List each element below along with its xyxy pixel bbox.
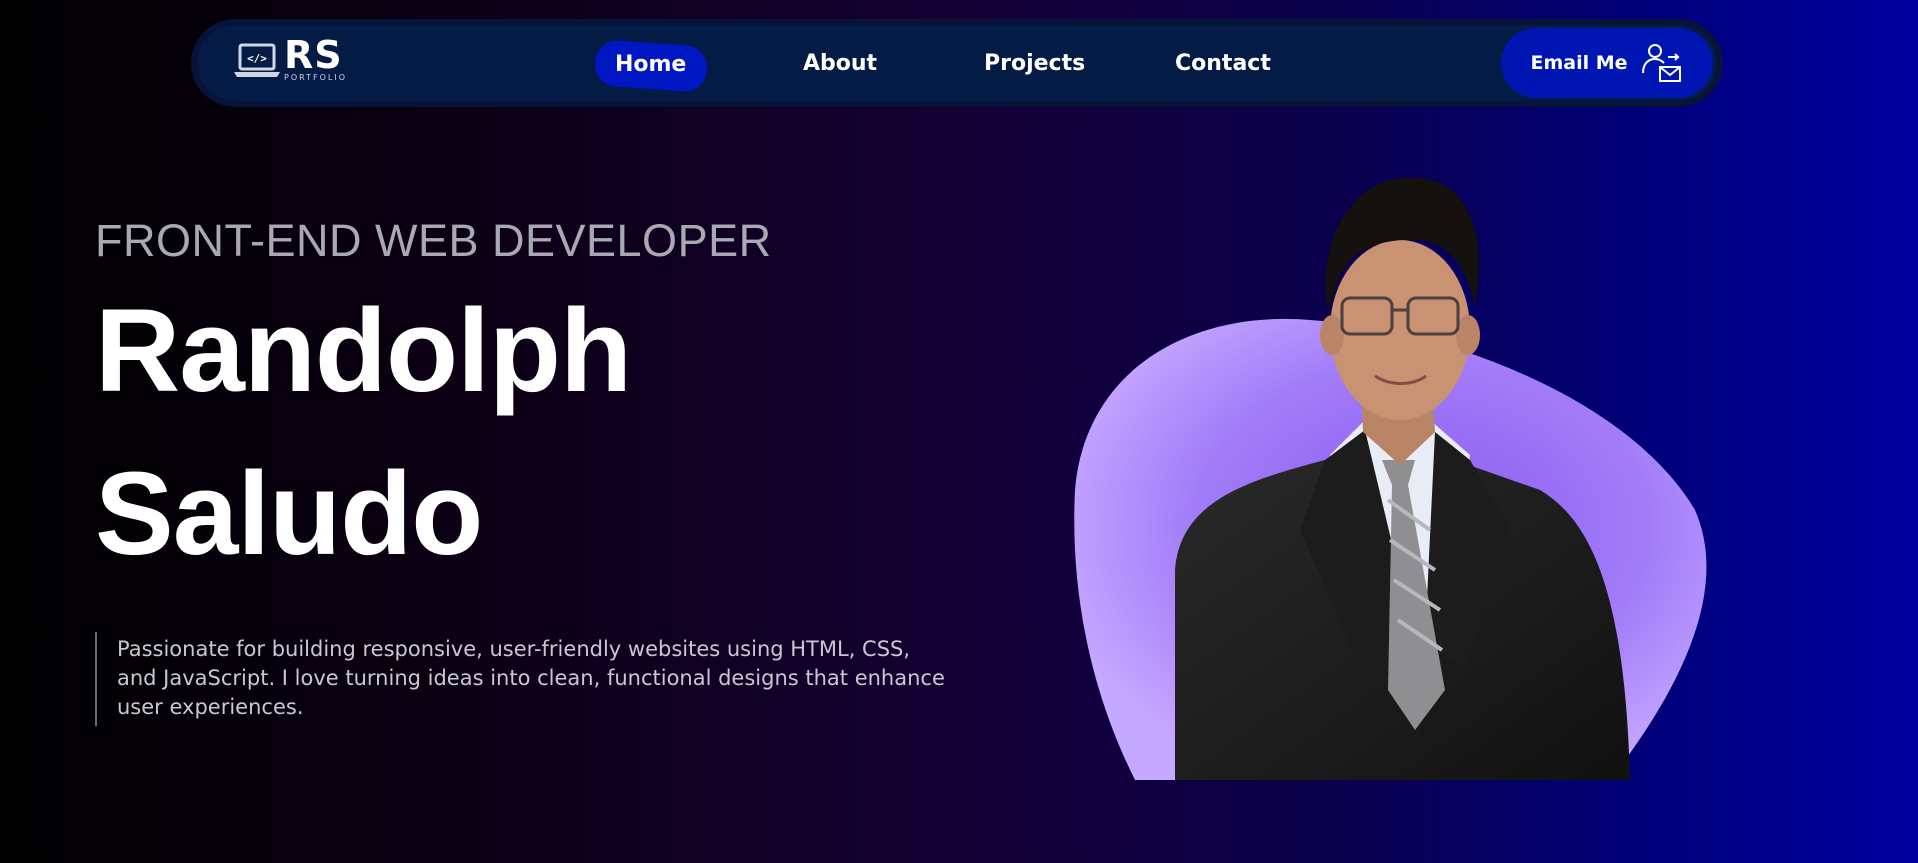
navbar: </> RS PORTFOLIO Home About Projects Con…: [191, 19, 1723, 107]
email-me-button[interactable]: Email Me: [1501, 28, 1713, 98]
nav-item-label: Home: [615, 51, 687, 77]
hero-text: FRONT-END WEB DEVELOPER Randolph Saludo: [95, 215, 772, 593]
nav-item-contact[interactable]: Contact: [1175, 51, 1271, 76]
nav-item-label: Projects: [984, 51, 1086, 76]
user-mail-icon: [1641, 44, 1681, 82]
nav-item-about[interactable]: About: [803, 51, 877, 76]
nav-item-label: About: [803, 51, 878, 76]
nav-item-label: Contact: [1175, 51, 1271, 76]
profile-portrait: [1074, 177, 1707, 780]
nav-item-home[interactable]: Home: [593, 39, 709, 93]
face: [1330, 240, 1470, 420]
nav-item-projects[interactable]: Projects: [984, 51, 1085, 76]
email-me-label: Email Me: [1530, 52, 1628, 74]
hero-first-name: Randolph: [95, 285, 632, 417]
nav-links: Home About Projects Contact: [197, 25, 1717, 101]
hero-intro: Passionate for building responsive, user…: [95, 632, 945, 726]
hero-last-name: Saludo: [95, 448, 483, 580]
hero-subtitle: FRONT-END WEB DEVELOPER: [95, 215, 772, 266]
